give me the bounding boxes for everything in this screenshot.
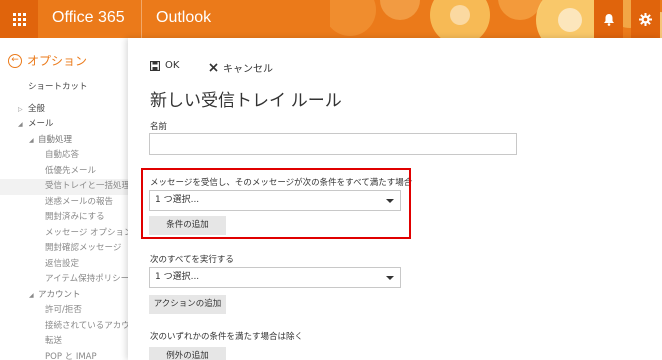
nav-item-mail[interactable]: ◢ メール	[0, 117, 128, 133]
nav-item-label: 自動処理	[38, 134, 73, 145]
add-action-button[interactable]: アクションの追加	[149, 295, 226, 314]
nav-item-label: POP と IMAP	[45, 351, 97, 360]
close-icon	[209, 63, 218, 72]
collapse-arrow-icon[interactable]: ◢	[29, 133, 34, 149]
nav-item-label: 接続されているアカウント	[45, 320, 128, 331]
nav-item-inbox-rules[interactable]: 受信トレイと一括処理ルール	[0, 179, 128, 195]
nav-item-reply-settings[interactable]: 返信設定	[0, 257, 128, 273]
nav-item-message-options[interactable]: メッセージ オプション	[0, 226, 128, 242]
nav-item-label: ショートカット	[28, 82, 88, 92]
collapse-arrow-icon[interactable]: ◢	[18, 117, 23, 133]
nav-item-label: 迷惑メールの報告	[45, 196, 114, 207]
nav-item-label: 開封済みにする	[45, 212, 105, 222]
settings-button[interactable]	[631, 0, 660, 38]
nav-item-label: アイテム保持ポリシー	[45, 274, 128, 284]
nav-item-read-receipts[interactable]: 開封確認メッセージ	[0, 241, 128, 257]
nav-item-junk-reporting[interactable]: 迷惑メールの報告	[0, 195, 128, 211]
add-exception-button[interactable]: 例外の追加	[149, 347, 226, 360]
options-nav: ショートカット ▷ 全般 ◢ メール ◢ 自動処理 自動応答 低優先メール 受信トレイ…	[0, 80, 128, 360]
nav-item-automatic-replies[interactable]: 自動応答	[0, 148, 128, 164]
new-inbox-rule-panel: OK キャンセル 新しい受信トレイ ルール 名前 メッセージを受信し、そのメッセ…	[128, 38, 662, 360]
top-bar: Office 365 Outlook	[0, 0, 662, 38]
cancel-label: キャンセル	[223, 64, 273, 75]
collapse-arrow-icon[interactable]: ◢	[29, 288, 34, 304]
nav-item-label: 低優先メール	[45, 165, 97, 176]
expand-arrow-icon[interactable]: ▷	[18, 102, 23, 118]
save-icon	[150, 60, 160, 71]
app-launcher-button[interactable]	[0, 0, 38, 38]
ok-label: OK	[165, 60, 180, 71]
nav-item-block-allow[interactable]: 許可/拒否	[0, 303, 128, 319]
name-label: 名前	[150, 122, 168, 132]
nav-item-label: 返信設定	[45, 258, 80, 269]
nav-item-shortcuts[interactable]: ショートカット	[0, 80, 128, 96]
highlight-box	[141, 168, 411, 239]
nav-item-connected-accounts[interactable]: 接続されているアカウント	[0, 319, 128, 335]
options-back-button[interactable]: ← オプション	[8, 52, 87, 69]
app-name[interactable]: Outlook	[156, 9, 211, 27]
bell-icon	[603, 13, 614, 26]
nav-item-automatic-processing[interactable]: ◢ 自動処理	[0, 133, 128, 149]
action-select[interactable]: 1 つ選択...	[149, 267, 401, 288]
nav-item-general[interactable]: ▷ 全般	[0, 102, 128, 118]
nav-item-accounts[interactable]: ◢ アカウント	[0, 288, 128, 304]
action-label: 次のすべてを実行する	[150, 255, 234, 265]
nav-item-label: 開封確認メッセージ	[45, 243, 122, 253]
nav-item-label: 自動応答	[45, 150, 80, 160]
ok-button[interactable]: OK	[150, 60, 179, 71]
nav-item-mark-as-read[interactable]: 開封済みにする	[0, 210, 128, 226]
notifications-button[interactable]	[594, 0, 623, 38]
nav-item-label: 転送	[45, 336, 63, 346]
nav-item-label: アカウント	[38, 289, 81, 300]
nav-item-forwarding[interactable]: 転送	[0, 334, 128, 350]
options-pane: ← オプション ショートカット ▷ 全般 ◢ メール ◢ 自動処理 自動応答 低優先メ…	[0, 38, 128, 360]
nav-item-label: メッセージ オプション	[45, 227, 128, 238]
nav-item-label: 受信トレイと一括処理ルール	[45, 181, 128, 191]
waffle-icon	[12, 12, 26, 26]
nav-item-clutter[interactable]: 低優先メール	[0, 164, 128, 180]
action-select-value: 1 つ選択...	[155, 272, 200, 282]
gear-icon	[639, 12, 652, 26]
nav-item-label: 全般	[28, 103, 46, 114]
options-title: オプション	[27, 54, 88, 68]
nav-item-pop-imap[interactable]: POP と IMAP	[0, 350, 128, 360]
rule-name-input[interactable]	[149, 133, 517, 155]
nav-item-label: メール	[28, 119, 54, 129]
nav-item-label: 許可/拒否	[45, 305, 82, 315]
cancel-button[interactable]: キャンセル	[209, 60, 273, 75]
dialog-title: 新しい受信トレイ ルール	[150, 91, 342, 110]
exception-label: 次のいずれかの条件を満たす場合は除く	[150, 332, 304, 342]
brand-name[interactable]: Office 365	[52, 9, 125, 27]
dropdown-caret-icon	[386, 276, 394, 280]
back-arrow-icon: ←	[8, 53, 22, 68]
header-divider	[141, 0, 142, 38]
nav-item-retention-policies[interactable]: アイテム保持ポリシー	[0, 272, 128, 288]
